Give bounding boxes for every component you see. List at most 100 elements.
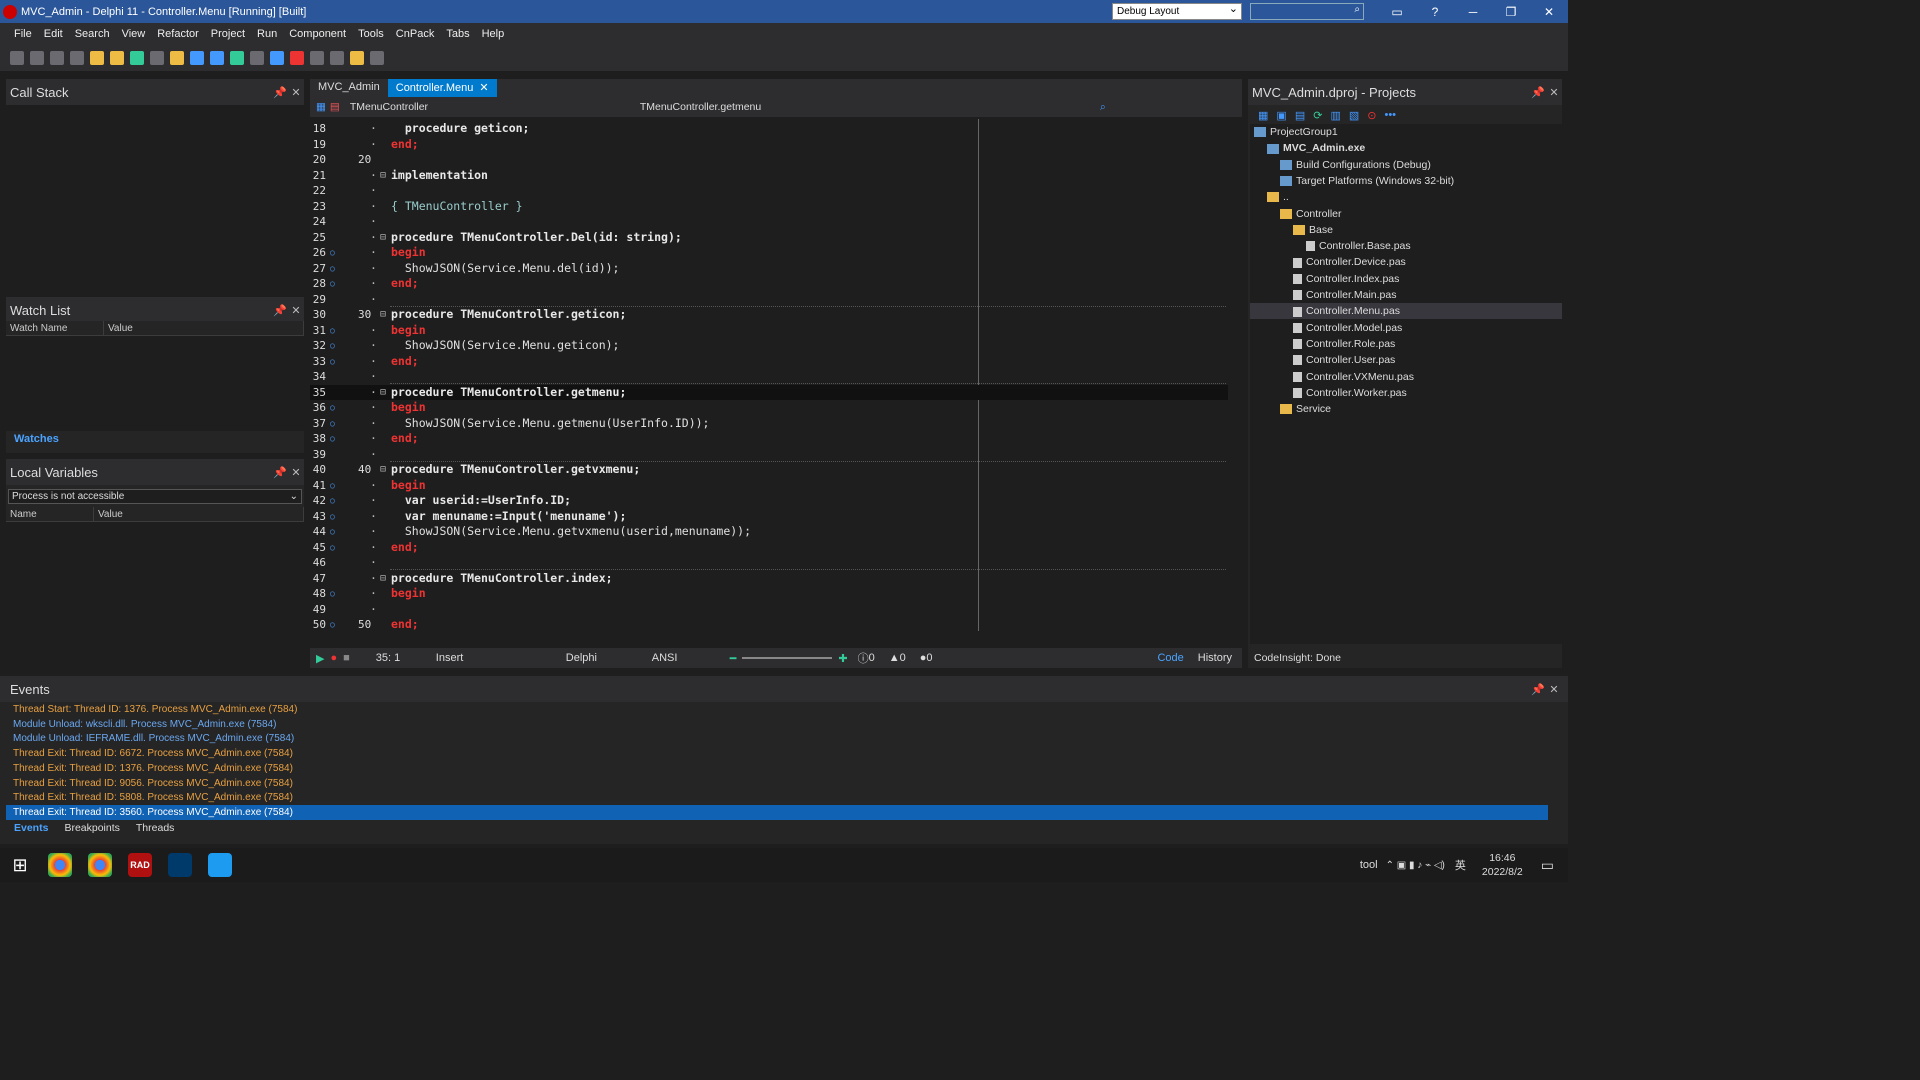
menu-refactor[interactable]: Refactor [157, 28, 199, 40]
breakpoint-marker-icon[interactable]: ○ [330, 245, 335, 260]
tab-threads[interactable]: Threads [136, 822, 175, 834]
project-tree-item[interactable]: ProjectGroup1 [1250, 124, 1338, 140]
code-line[interactable]: 48 · ○ begin [310, 586, 1228, 601]
code-text[interactable]: procedure TMenuController.getmenu; [391, 385, 626, 400]
code-line[interactable]: 41 · ○ begin [310, 478, 1228, 493]
code-line[interactable]: 47 · ⊟ procedure TMenuController.index; [310, 571, 1228, 586]
pause-icon[interactable] [270, 51, 284, 65]
options-icon[interactable]: ⊙ [1367, 109, 1376, 122]
collapse-icon[interactable]: ▤ [1295, 109, 1305, 122]
project-tree-item[interactable]: Controller.User.pas [1250, 352, 1395, 368]
code-text[interactable]: begin [391, 400, 426, 415]
add-icon[interactable] [70, 51, 84, 65]
tab-events[interactable]: Events [14, 822, 48, 834]
save-all-icon[interactable] [150, 51, 164, 65]
line-number[interactable]: 20 [310, 152, 326, 167]
play-macro-icon[interactable]: ▶ [316, 652, 324, 665]
breakpoint-marker-icon[interactable]: ○ [330, 540, 335, 555]
more-icon[interactable]: ••• [1384, 109, 1396, 121]
event-log-line[interactable]: Thread Exit: Thread ID: 5808. Process MV… [13, 790, 293, 805]
event-log-line[interactable]: Thread Exit: Thread ID: 1376. Process MV… [13, 761, 293, 776]
project-tree-item[interactable]: Controller.VXMenu.pas [1250, 369, 1414, 385]
stop-macro-icon[interactable]: ■ [343, 652, 350, 664]
event-log-line[interactable]: Module Unload: IEFRAME.dll. Process MVC_… [13, 731, 294, 746]
forward-arrow-icon[interactable] [370, 51, 384, 65]
back-arrow-icon[interactable] [350, 51, 364, 65]
code-text[interactable]: end; [391, 276, 419, 291]
code-line[interactable]: 19 · end; [310, 137, 1228, 152]
project-tree-item[interactable]: Service [1250, 401, 1331, 417]
tab-breakpoints[interactable]: Breakpoints [64, 822, 119, 834]
menu-project[interactable]: Project [211, 28, 245, 40]
code-text[interactable]: end; [391, 617, 419, 632]
code-text[interactable]: var userid:=UserInfo.ID; [391, 493, 571, 508]
close-icon[interactable]: ✕ [1546, 86, 1562, 99]
chrome-dev-icon[interactable] [48, 853, 72, 877]
class-selector[interactable]: TMenuController [350, 101, 640, 113]
menu-component[interactable]: Component [289, 28, 346, 40]
zoom-in-icon[interactable]: ✚ [838, 652, 847, 665]
toggle-form-icon[interactable] [210, 51, 224, 65]
code-line[interactable]: 27 · ○ ShowJSON(Service.Menu.del(id)); [310, 261, 1228, 276]
breakpoint-marker-icon[interactable]: ○ [330, 493, 335, 508]
menu-search[interactable]: Search [75, 28, 110, 40]
code-text[interactable]: procedure TMenuController.index; [391, 571, 613, 586]
open-project-icon[interactable] [90, 51, 104, 65]
menu-help[interactable]: Help [482, 28, 505, 40]
app-icon[interactable] [168, 853, 192, 877]
line-number[interactable]: 29 [310, 292, 326, 307]
code-line[interactable]: 23 · { TMenuController } [310, 199, 1228, 214]
code-line[interactable]: 34 · [310, 369, 1228, 384]
breakpoint-marker-icon[interactable]: ○ [330, 400, 335, 415]
pin-icon[interactable]: 📌 [1530, 86, 1546, 99]
breakpoint-marker-icon[interactable]: ○ [330, 261, 335, 276]
structure-icon[interactable]: ▦ [316, 101, 326, 113]
new-icon[interactable] [10, 51, 24, 65]
close-icon[interactable]: ✕ [288, 304, 304, 317]
line-number[interactable]: 22 [310, 183, 326, 198]
pin-icon[interactable]: 📌 [272, 86, 288, 99]
close-icon[interactable]: ✕ [288, 86, 304, 99]
code-line[interactable]: 42 · ○ var userid:=UserInfo.ID; [310, 493, 1228, 508]
line-number[interactable]: 32 [310, 338, 326, 353]
code-line[interactable]: 45 · ○ end; [310, 540, 1228, 555]
code-line[interactable]: 21 · ⊟ implementation [310, 168, 1228, 183]
line-number[interactable]: 45 [310, 540, 326, 555]
minimize-button[interactable]: ─ [1454, 5, 1492, 19]
rad-studio-icon[interactable]: RAD [128, 853, 152, 877]
notification-icon[interactable]: ▭ [1541, 857, 1554, 874]
activate-icon[interactable]: ▦ [1258, 109, 1268, 122]
pin-icon[interactable]: 📌 [1530, 683, 1546, 696]
project-tree-item[interactable]: Controller.Worker.pas [1250, 385, 1407, 401]
menu-view[interactable]: View [122, 28, 146, 40]
breakpoint-marker-icon[interactable]: ○ [330, 617, 335, 632]
code-text[interactable]: ShowJSON(Service.Menu.del(id)); [391, 261, 620, 276]
code-text[interactable]: procedure TMenuController.geticon; [391, 307, 626, 322]
fold-icon[interactable]: ⊟ [380, 307, 386, 322]
screen-icon[interactable]: ▭ [1378, 5, 1416, 19]
close-icon[interactable]: ✕ [479, 82, 488, 94]
code-line[interactable]: 30 30 ⊟ procedure TMenuController.geticon; [310, 307, 1228, 322]
help-button[interactable]: ? [1416, 5, 1454, 19]
event-log-line[interactable]: Thread Exit: Thread ID: 6672. Process MV… [13, 746, 293, 761]
start-icon[interactable]: ⊞ [0, 855, 40, 876]
code-line[interactable]: 32 · ○ ShowJSON(Service.Menu.geticon); [310, 338, 1228, 353]
refresh-icon[interactable]: ⟳ [1313, 109, 1322, 122]
line-number[interactable]: 18 [310, 121, 326, 136]
line-number[interactable]: 26 [310, 245, 326, 260]
code-line[interactable]: 18 · procedure geticon; [310, 121, 1228, 136]
zoom-out-icon[interactable]: ━ [730, 652, 737, 665]
project-tree-item[interactable]: Controller [1250, 206, 1342, 222]
code-line[interactable]: 35 · ⊟ procedure TMenuController.getmenu; [310, 384, 1228, 400]
code-text[interactable]: var menuname:=Input('menuname'); [391, 509, 627, 524]
line-number[interactable]: 21 [310, 168, 326, 183]
save-icon[interactable] [130, 51, 144, 65]
call-stack-list[interactable] [6, 105, 304, 291]
line-number[interactable]: 23 [310, 199, 326, 214]
line-number[interactable]: 25 [310, 230, 326, 245]
line-number[interactable]: 27 [310, 261, 326, 276]
app2-icon[interactable] [208, 853, 232, 877]
code-line[interactable]: 39 · [310, 447, 1228, 462]
line-number[interactable]: 31 [310, 323, 326, 338]
col-value[interactable]: Value [104, 321, 304, 335]
